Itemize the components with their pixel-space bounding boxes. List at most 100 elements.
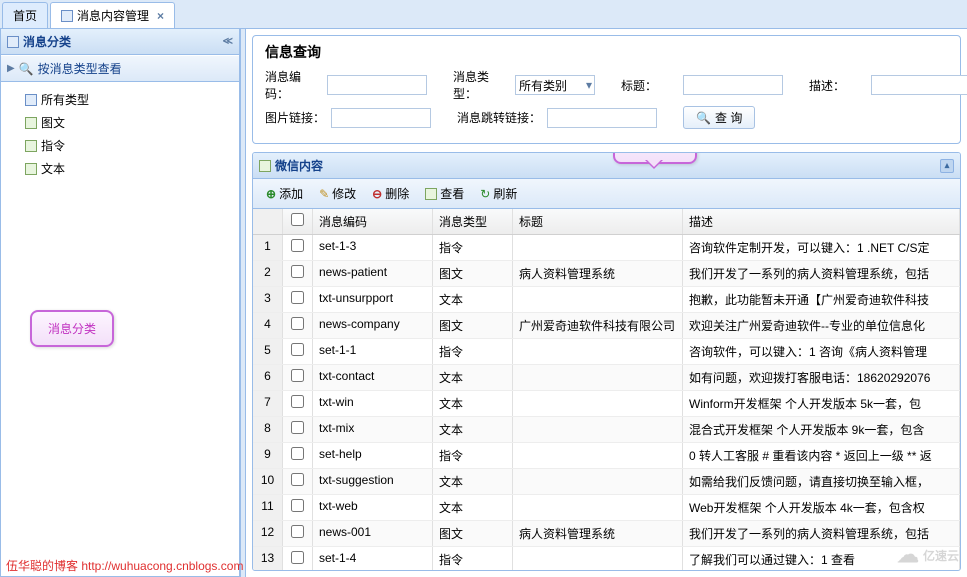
input-jumplink[interactable] <box>547 108 657 128</box>
table-row[interactable]: 5set-1-1指令咨询软件，可以键入：1 咨询《病人资料管理 <box>253 339 960 365</box>
cell-checkbox[interactable] <box>283 313 313 338</box>
cell-code: set-1-3 <box>313 235 433 260</box>
tree-label: 所有类型 <box>41 91 89 108</box>
col-select-all[interactable] <box>283 209 313 234</box>
collapse-up-icon[interactable]: ▴ <box>940 159 954 173</box>
table-row[interactable]: 9set-help指令0 转人工客服 # 重看该内容 * 返回上一级 ** 返 <box>253 443 960 469</box>
input-desc[interactable] <box>871 75 967 95</box>
table-row[interactable]: 3txt-unsurpport文本抱歉，此功能暂未开通【广州爱奇迪软件科技 <box>253 287 960 313</box>
col-header-desc[interactable]: 描述 <box>683 209 960 234</box>
table-row[interactable]: 12news-001图文病人资料管理系统我们开发了一系列的病人资料管理系统，包括 <box>253 521 960 547</box>
cell-type: 文本 <box>433 391 513 416</box>
table-row[interactable]: 6txt-contact文本如有问题，欢迎拨打客服电话：18620292076 <box>253 365 960 391</box>
cell-title <box>513 287 683 312</box>
row-checkbox[interactable] <box>291 421 304 434</box>
row-checkbox[interactable] <box>291 473 304 486</box>
cell-title: 广州爱奇迪软件科技有限公司 <box>513 313 683 338</box>
cell-rownum: 1 <box>253 235 283 260</box>
row-checkbox[interactable] <box>291 239 304 252</box>
collapse-icon[interactable]: ≪ <box>223 36 233 47</box>
cell-desc: 咨询软件定制开发，可以键入：1 .NET C/S定 <box>683 235 960 260</box>
minus-icon: ⊖ <box>372 187 382 201</box>
tab-home[interactable]: 首页 <box>2 2 48 28</box>
close-icon[interactable]: × <box>157 9 164 23</box>
col-header-title[interactable]: 标题 <box>513 209 683 234</box>
cell-checkbox[interactable] <box>283 287 313 312</box>
brand-logo: ☁亿速云 <box>897 542 959 568</box>
row-checkbox[interactable] <box>291 291 304 304</box>
tree-item-news[interactable]: 图文 <box>5 111 235 134</box>
sidebar: 消息分类 ≪ ▶ 🔍 按消息类型查看 所有类型 图文 指令 文本 <box>0 29 240 577</box>
table-row[interactable]: 13set-1-4指令了解我们可以通过键入：1 查看 <box>253 547 960 570</box>
input-imglink[interactable] <box>331 108 431 128</box>
tree-item-text[interactable]: 文本 <box>5 157 235 180</box>
cell-rownum: 12 <box>253 521 283 546</box>
cell-checkbox[interactable] <box>283 339 313 364</box>
sidebar-subheader[interactable]: ▶ 🔍 按消息类型查看 <box>1 55 239 82</box>
edit-button[interactable]: ✎修改 <box>312 182 363 205</box>
table-row[interactable]: 11txt-web文本Web开发框架 个人开发版本 4k一套，包含权 <box>253 495 960 521</box>
view-button[interactable]: 查看 <box>418 182 471 205</box>
row-checkbox[interactable] <box>291 447 304 460</box>
row-checkbox[interactable] <box>291 551 304 564</box>
select-type[interactable] <box>515 75 595 95</box>
tab-msg-content[interactable]: 消息内容管理 × <box>50 2 175 28</box>
cloud-icon: ☁ <box>897 542 919 568</box>
table-row[interactable]: 1set-1-3指令咨询软件定制开发，可以键入：1 .NET C/S定 <box>253 235 960 261</box>
checkbox-all[interactable] <box>291 213 304 226</box>
tree-item-all[interactable]: 所有类型 <box>5 88 235 111</box>
cell-title <box>513 417 683 442</box>
table-row[interactable]: 8txt-mix文本混合式开发框架 个人开发版本 9k一套，包含 <box>253 417 960 443</box>
col-header-type[interactable]: 消息类型 <box>433 209 513 234</box>
cell-checkbox[interactable] <box>283 365 313 390</box>
cell-desc: 我们开发了一系列的病人资料管理系统，包括 <box>683 261 960 286</box>
cell-code: set-1-4 <box>313 547 433 570</box>
col-header-code[interactable]: 消息编码 <box>313 209 433 234</box>
content-area: 信息查询 消息编码： 消息类型： ▾ 标题： 描述： 图片链接： 消息跳转链接： <box>246 29 967 577</box>
row-checkbox[interactable] <box>291 343 304 356</box>
cell-type: 指令 <box>433 443 513 468</box>
callout-list: 消息列表 <box>613 152 697 164</box>
delete-button[interactable]: ⊖删除 <box>365 182 416 205</box>
row-checkbox[interactable] <box>291 265 304 278</box>
cell-title <box>513 443 683 468</box>
sidebar-subtitle: 按消息类型查看 <box>38 60 122 77</box>
add-button[interactable]: ⊕添加 <box>259 182 310 205</box>
label-title: 标题： <box>621 77 677 94</box>
tree-label: 文本 <box>41 160 65 177</box>
cell-checkbox[interactable] <box>283 547 313 570</box>
cell-checkbox[interactable] <box>283 443 313 468</box>
table-row[interactable]: 10txt-suggestion文本如需给我们反馈问题，请直接切换至输入框， <box>253 469 960 495</box>
tree-item-cmd[interactable]: 指令 <box>5 134 235 157</box>
btn-label: 刷新 <box>493 185 517 202</box>
search-button-label: 查 询 <box>715 109 742 126</box>
cell-checkbox[interactable] <box>283 417 313 442</box>
search-button[interactable]: 🔍 查 询 <box>683 106 755 129</box>
row-checkbox[interactable] <box>291 369 304 382</box>
cell-code: set-help <box>313 443 433 468</box>
cell-checkbox[interactable] <box>283 391 313 416</box>
cell-title <box>513 469 683 494</box>
input-title[interactable] <box>683 75 783 95</box>
cell-checkbox[interactable] <box>283 495 313 520</box>
table-row[interactable]: 2news-patient图文病人资料管理系统我们开发了一系列的病人资料管理系统… <box>253 261 960 287</box>
tree-label: 指令 <box>41 137 65 154</box>
grid-body[interactable]: 1 set-1-3 指令 咨询软件定制开发，可以键入：1 .NET C/S定2news… <box>253 235 960 570</box>
cell-desc: 如有问题，欢迎拨打客服电话：18620292076 <box>683 365 960 390</box>
table-row[interactable]: 4news-company图文广州爱奇迪软件科技有限公司欢迎关注广州爱奇迪软件-… <box>253 313 960 339</box>
table-row[interactable]: 7txt-win文本Winform开发框架 个人开发版本 5k一套，包 <box>253 391 960 417</box>
row-checkbox[interactable] <box>291 317 304 330</box>
cell-checkbox[interactable] <box>283 261 313 286</box>
cell-rownum: 2 <box>253 261 283 286</box>
cell-type: 文本 <box>433 469 513 494</box>
cell-checkbox[interactable] <box>283 521 313 546</box>
row-checkbox[interactable] <box>291 499 304 512</box>
refresh-button[interactable]: ↻刷新 <box>473 182 524 205</box>
cell-type: 图文 <box>433 521 513 546</box>
cell-checkbox[interactable] <box>283 235 313 260</box>
row-checkbox[interactable] <box>291 525 304 538</box>
input-code[interactable] <box>327 75 427 95</box>
cell-checkbox[interactable] <box>283 469 313 494</box>
cell-code: txt-mix <box>313 417 433 442</box>
row-checkbox[interactable] <box>291 395 304 408</box>
